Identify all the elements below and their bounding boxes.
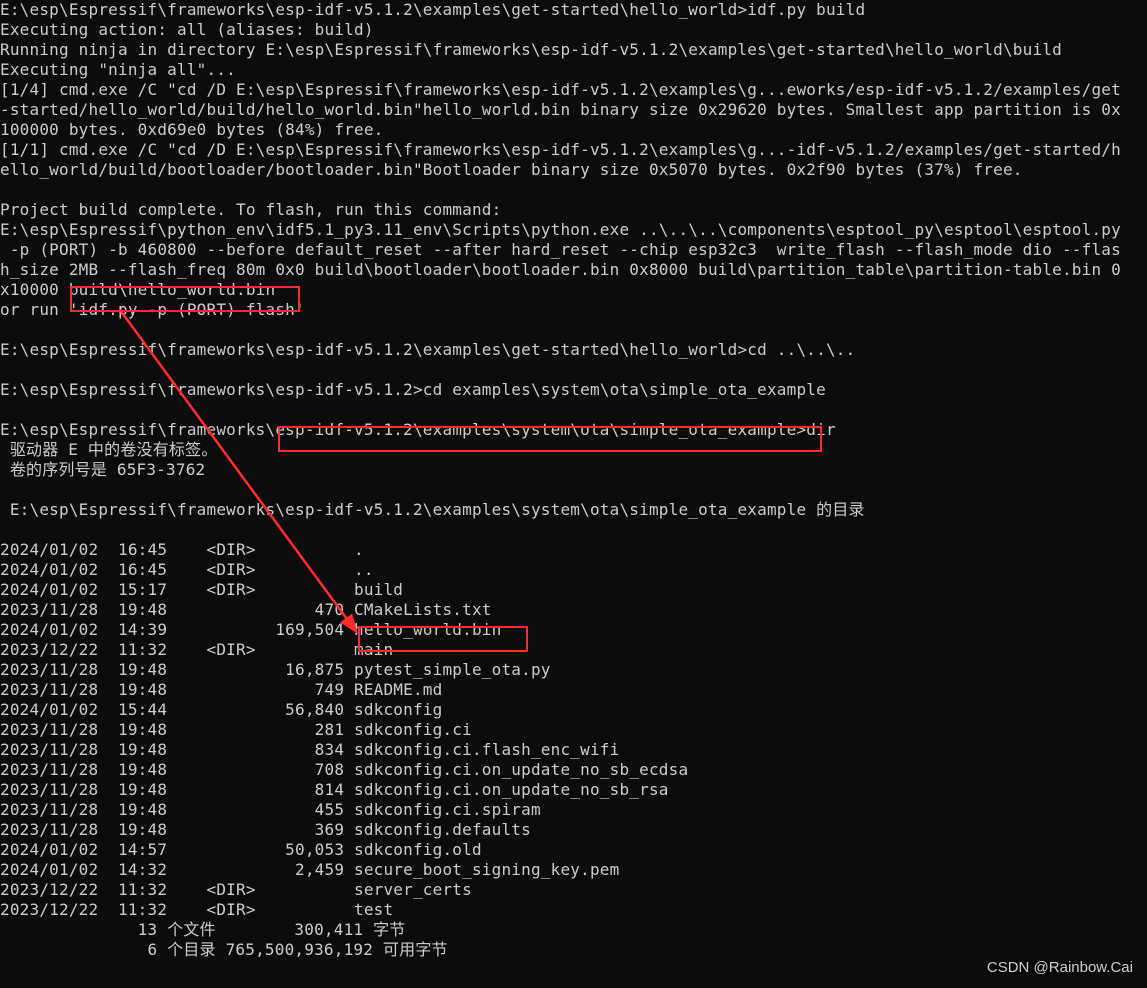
terminal-line: 100000 bytes. 0xd69e0 bytes (84%) free.: [0, 120, 383, 139]
terminal-line: E:\esp\Espressif\frameworks\esp-idf-v5.1…: [0, 380, 826, 399]
terminal-line: 2023/12/22 11:32 <DIR> test: [0, 900, 393, 919]
terminal-line: 卷的序列号是 65F3-3762: [0, 460, 205, 479]
terminal-line: Project build complete. To flash, run th…: [0, 200, 501, 219]
terminal-line: 2023/11/28 19:48 281 sdkconfig.ci: [0, 720, 472, 739]
terminal-line: ello_world/build/bootloader/bootloader.b…: [0, 160, 1023, 179]
terminal-line: Executing action: all (aliases: build): [0, 20, 374, 39]
terminal-line: 2023/11/28 19:48 470 CMakeLists.txt: [0, 600, 492, 619]
terminal-line: 2024/01/02 15:44 56,840 sdkconfig: [0, 700, 442, 719]
terminal-line: E:\esp\Espressif\frameworks\esp-idf-v5.1…: [0, 340, 855, 359]
terminal-line: 2024/01/02 14:32 2,459 secure_boot_signi…: [0, 860, 619, 879]
terminal-line: 2023/11/28 19:48 708 sdkconfig.ci.on_upd…: [0, 760, 688, 779]
terminal-line: 2023/11/28 19:48 16,875 pytest_simple_ot…: [0, 660, 551, 679]
terminal-line: -started/hello_world/build/hello_world.b…: [0, 100, 1121, 119]
terminal-line: 2023/11/28 19:48 369 sdkconfig.defaults: [0, 820, 531, 839]
terminal-line: E:\esp\Espressif\frameworks\esp-idf-v5.1…: [0, 500, 865, 519]
terminal-line: E:\esp\Espressif\frameworks\esp-idf-v5.1…: [0, 420, 836, 439]
terminal-line: E:\esp\Espressif\python_env\idf5.1_py3.1…: [0, 220, 1121, 239]
terminal-line: [1/4] cmd.exe /C "cd /D E:\esp\Espressif…: [0, 80, 1121, 99]
terminal-line: 驱动器 E 中的卷没有标签。: [0, 440, 218, 459]
terminal-line: Executing "ninja all"...: [0, 60, 236, 79]
terminal-line: [1/1] cmd.exe /C "cd /D E:\esp\Espressif…: [0, 140, 1121, 159]
terminal-line: 2024/01/02 15:17 <DIR> build: [0, 580, 403, 599]
terminal-line: 2023/11/28 19:48 834 sdkconfig.ci.flash_…: [0, 740, 619, 759]
watermark: CSDN @Rainbow.Cai: [987, 958, 1133, 978]
terminal-line: Running ninja in directory E:\esp\Espres…: [0, 40, 1062, 59]
terminal-output: E:\esp\Espressif\frameworks\esp-idf-v5.1…: [0, 0, 1147, 960]
terminal-line: 2024/01/02 14:57 50,053 sdkconfig.old: [0, 840, 482, 859]
terminal-line: -p (PORT) -b 460800 --before default_res…: [0, 240, 1121, 259]
terminal-line: 2023/12/22 11:32 <DIR> main: [0, 640, 393, 659]
terminal-line: 2024/01/02 16:45 <DIR> ..: [0, 560, 374, 579]
terminal-line: x10000 build\hello_world.bin: [0, 280, 275, 299]
terminal-line: 2023/12/22 11:32 <DIR> server_certs: [0, 880, 472, 899]
terminal-line: 2024/01/02 16:45 <DIR> .: [0, 540, 364, 559]
terminal-line: or run 'idf.py -p (PORT) flash': [0, 300, 305, 319]
terminal-line: h_size 2MB --flash_freq 80m 0x0 build\bo…: [0, 260, 1121, 279]
terminal-line: 13 个文件 300,411 字节: [0, 920, 405, 939]
terminal-line: 2023/11/28 19:48 749 README.md: [0, 680, 442, 699]
terminal-line: E:\esp\Espressif\frameworks\esp-idf-v5.1…: [0, 0, 865, 19]
terminal-line: 6 个目录 765,500,936,192 可用字节: [0, 940, 448, 959]
terminal-line: 2023/11/28 19:48 455 sdkconfig.ci.spiram: [0, 800, 541, 819]
terminal-line: 2024/01/02 14:39 169,504 hello_world.bin: [0, 620, 501, 639]
terminal-line: 2023/11/28 19:48 814 sdkconfig.ci.on_upd…: [0, 780, 669, 799]
